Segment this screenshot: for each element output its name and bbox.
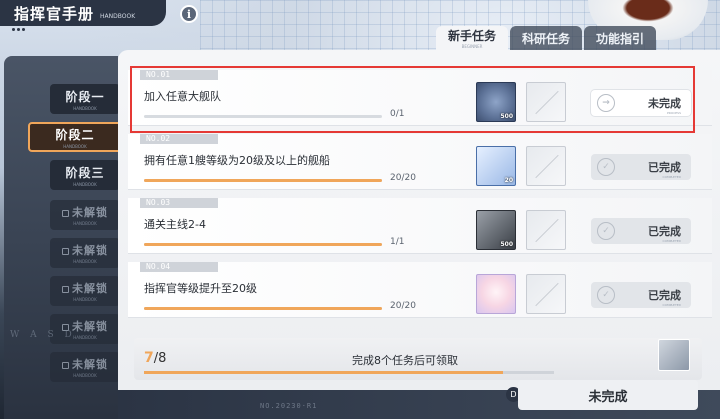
stage-label: 阶段三 bbox=[65, 165, 105, 180]
stage-label: 未解锁 bbox=[72, 358, 108, 371]
task-name: 加入任意大舰队 bbox=[144, 90, 221, 103]
stage-label: 阶段一 bbox=[65, 89, 105, 104]
summary-count: 7/8 bbox=[144, 350, 166, 366]
page-subtitle: HANDBOOK bbox=[100, 12, 136, 20]
summary-total: /8 bbox=[153, 351, 167, 366]
task-progress-text: 20/20 bbox=[390, 301, 416, 311]
task-row: NO.04 指挥官等级提升至20级 20/20 ✓ 已完成 COMPLETED bbox=[128, 262, 712, 318]
stage-sub: HANDBOOK bbox=[73, 335, 97, 340]
task-progress-bar bbox=[144, 307, 382, 310]
lock-icon bbox=[62, 209, 69, 217]
tab-sub: BEGINNER bbox=[461, 44, 483, 49]
title-bar: 指挥官手册 HANDBOOK bbox=[0, 0, 166, 26]
page-title: 指挥官手册 bbox=[14, 4, 95, 23]
empty-reward-slot bbox=[526, 210, 566, 250]
character-reward-icon[interactable] bbox=[476, 274, 516, 314]
exp-book-reward-icon[interactable]: 20 bbox=[476, 146, 516, 186]
clock-reward-icon[interactable]: 500 bbox=[476, 82, 516, 122]
task-name: 拥有任意1艘等级为20级及以上的舰船 bbox=[144, 154, 330, 167]
stage-sub: HANDBOOK bbox=[63, 143, 87, 149]
final-reward-icon[interactable] bbox=[658, 339, 690, 371]
stage-label: 未解锁 bbox=[72, 282, 108, 295]
status-label: 未完成 bbox=[648, 97, 681, 110]
empty-reward-slot bbox=[526, 146, 566, 186]
stage-1-button[interactable]: 阶段一 HANDBOOK bbox=[50, 84, 120, 114]
tab-label: 科研任务 bbox=[522, 31, 571, 46]
task-progress-text: 1/1 bbox=[390, 237, 405, 247]
stage-locked-button[interactable]: 未解锁 HANDBOOK bbox=[50, 276, 120, 306]
stage-sub: HANDBOOK bbox=[73, 221, 97, 226]
stage-locked-button[interactable]: 未解锁 HANDBOOK bbox=[50, 352, 120, 382]
lock-icon bbox=[62, 361, 69, 369]
arrow-right-icon: → bbox=[597, 94, 615, 112]
status-label: 已完成 bbox=[648, 289, 681, 302]
tab-guide[interactable]: 功能指引 bbox=[584, 26, 657, 50]
task-progress-bar bbox=[144, 115, 382, 118]
side-letters: W A S D bbox=[10, 330, 76, 340]
task-number: NO.02 bbox=[140, 134, 218, 144]
task-name: 通关主线2-4 bbox=[144, 218, 206, 231]
oil-barrel-reward-icon[interactable]: 500 bbox=[476, 210, 516, 250]
tab-bar: 新手任务 BEGINNER 科研任务 功能指引 bbox=[436, 26, 658, 50]
task-number: NO.03 bbox=[140, 198, 218, 208]
stage-sub: HANDBOOK bbox=[73, 297, 97, 302]
stage-3-button[interactable]: 阶段三 HANDBOOK bbox=[50, 160, 120, 190]
info-icon[interactable]: i bbox=[180, 5, 198, 23]
check-icon: ✓ bbox=[597, 222, 615, 240]
summary-description: 完成8个任务后可领取 bbox=[352, 354, 458, 367]
status-label: 已完成 bbox=[648, 225, 681, 238]
empty-reward-slot bbox=[526, 82, 566, 122]
stage-sub: HANDBOOK bbox=[73, 259, 97, 264]
lock-icon bbox=[62, 285, 69, 293]
task-progress-text: 20/20 bbox=[390, 173, 416, 183]
stage-2-button[interactable]: 阶段二 HANDBOOK bbox=[28, 122, 122, 152]
title-dots bbox=[12, 28, 25, 31]
task-progress-text: 0/1 bbox=[390, 109, 405, 119]
stage-label: 阶段二 bbox=[55, 127, 95, 142]
stage-locked-button[interactable]: 未解锁 HANDBOOK bbox=[50, 238, 120, 268]
task-row: NO.02 拥有任意1艘等级为20级及以上的舰船 20/20 20 ✓ 已完成 … bbox=[128, 134, 712, 190]
summary-done: 7 bbox=[144, 350, 154, 366]
tab-label: 功能指引 bbox=[596, 31, 645, 46]
task-status-button[interactable]: ✓ 已完成 COMPLETED bbox=[591, 282, 691, 308]
task-row: NO.03 通关主线2-4 1/1 500 ✓ 已完成 COMPLETED bbox=[128, 198, 712, 254]
check-icon: ✓ bbox=[597, 158, 615, 176]
check-icon: ✓ bbox=[597, 286, 615, 304]
tab-research[interactable]: 科研任务 bbox=[510, 26, 583, 50]
task-progress-bar bbox=[144, 179, 382, 182]
status-sub: COMPLETED bbox=[662, 303, 681, 307]
task-status-button[interactable]: ✓ 已完成 COMPLETED bbox=[591, 218, 691, 244]
stage-label: 未解锁 bbox=[72, 320, 108, 333]
tab-label: 新手任务 bbox=[448, 29, 497, 43]
task-status-button[interactable]: ✓ 已完成 COMPLETED bbox=[591, 154, 691, 180]
stage-label: 未解锁 bbox=[72, 244, 108, 257]
tab-beginner[interactable]: 新手任务 BEGINNER bbox=[436, 26, 509, 50]
task-row: NO.01 加入任意大舰队 0/1 500 → 未完成 PROCESS bbox=[128, 70, 712, 126]
claim-button[interactable]: 未完成 bbox=[518, 380, 698, 410]
status-sub: PROCESS bbox=[666, 111, 681, 115]
task-number: NO.04 bbox=[140, 262, 218, 272]
stage-sub: HANDBOOK bbox=[73, 373, 97, 378]
task-number: NO.01 bbox=[140, 70, 218, 80]
lock-icon bbox=[62, 247, 69, 255]
status-sub: COMPLETED bbox=[662, 239, 681, 243]
stage-locked-button[interactable]: 未解锁 HANDBOOK bbox=[50, 200, 120, 230]
status-sub: COMPLETED bbox=[662, 175, 681, 179]
stage-sub: HANDBOOK bbox=[73, 105, 97, 111]
summary-progress-bar bbox=[144, 371, 554, 374]
empty-reward-slot bbox=[526, 274, 566, 314]
task-name: 指挥官等级提升至20级 bbox=[144, 282, 257, 295]
status-label: 已完成 bbox=[648, 161, 681, 174]
summary-bar: 7/8 完成8个任务后可领取 bbox=[134, 338, 702, 380]
stage-label: 未解锁 bbox=[72, 206, 108, 219]
task-progress-bar bbox=[144, 243, 382, 246]
stage-sidebar: 阶段一 HANDBOOK 阶段二 HANDBOOK 阶段三 HANDBOOK 未… bbox=[4, 56, 122, 419]
footer-text: NO.20230·R1 bbox=[260, 402, 318, 410]
task-status-button[interactable]: → 未完成 PROCESS bbox=[591, 90, 691, 116]
stage-sub: HANDBOOK bbox=[73, 181, 97, 187]
